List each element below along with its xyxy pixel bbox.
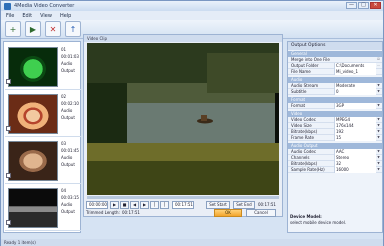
end-time-field[interactable]: 00:17:51 [172,201,194,209]
trimmed-value: 00:17:51 [122,210,140,215]
mark-out-button[interactable]: ] [160,201,169,209]
play-button[interactable]: ▶ [110,201,119,209]
cancel-button[interactable]: Cancel [246,209,276,217]
close-button[interactable]: ✕ [370,2,381,9]
status-bar: Ready 1 item(s) [1,239,383,246]
seek-bar[interactable] [87,196,279,199]
option-label: Frame Rate [291,135,314,140]
option-row[interactable]: File Name Mi_video_1 [288,69,382,75]
item-checkbox[interactable] [6,126,11,131]
maximize-button[interactable]: □ [358,2,369,9]
minimize-button[interactable]: — [346,2,357,9]
chevron-down-icon[interactable]: ▼ [376,83,381,88]
convert-icon[interactable]: ▶ [25,21,41,37]
chevron-down-icon[interactable]: ▼ [376,161,381,166]
set-end-button[interactable]: Set End [233,201,255,209]
prev-frame-button[interactable]: ◀ [130,201,139,209]
end-time-label: 00:17:51 [258,202,276,207]
file-output: Output [61,115,75,120]
chevron-down-icon[interactable]: ▼ [376,155,381,160]
chevron-down-icon[interactable]: ▼ [376,117,381,122]
item-checkbox[interactable] [6,173,11,178]
browse-icon[interactable]: … [376,63,381,68]
file-name: 01 [61,47,67,52]
item-checkbox[interactable] [6,220,11,225]
chevron-down-icon[interactable]: ▼ [376,103,381,108]
option-label: Sample Rate(Hz) [291,167,325,172]
menu-edit[interactable]: Edit [22,13,32,19]
chevron-down-icon[interactable]: ▼ [376,129,381,134]
menu-view[interactable]: View [40,13,52,19]
thumbnail [8,94,58,134]
file-output: Output [61,162,75,167]
ok-button[interactable]: OK [214,209,242,217]
chevron-down-icon[interactable]: ▼ [376,123,381,128]
file-duration: 00:03:15 [61,195,79,200]
mark-in-button[interactable]: [ [150,201,159,209]
description-box: Device Model: select mobile device model… [290,214,380,226]
option-label: File Name [291,69,311,74]
file-duration: 00:01:03 [61,54,79,59]
app-icon [4,2,11,10]
file-audio: Audio [61,108,73,113]
file-audio: Audio [61,155,73,160]
stop-button[interactable]: ■ [120,201,129,209]
option-label: Format [291,103,306,108]
checkbox-icon[interactable]: ☑ [376,57,381,62]
file-list: 01 00:01:03 Audio Output 02 00:02:10 Audio Out… [3,41,81,233]
window-title: 4Media Video Converter [14,3,75,9]
file-duration: 00:02:10 [61,101,79,106]
option-value[interactable]: 15 [334,135,376,141]
list-item[interactable]: 01 00:01:03 Audio Output [5,44,81,90]
app-window: 4Media Video Converter — □ ✕ File Edit V… [0,0,384,246]
preview-controls: 00:00:00 ▶ ■ ◀ ▶ [ ] 00:17:51 Set Start … [86,200,282,217]
chevron-down-icon[interactable]: ▼ [376,135,381,140]
file-audio: Audio [61,202,73,207]
next-frame-button[interactable]: ▶ [140,201,149,209]
description-text: select mobile device model. [290,220,347,225]
add-file-icon[interactable]: + [5,21,21,37]
menu-bar: File Edit View Help [1,11,383,20]
list-item[interactable]: 02 00:02:10 Audio Output [5,91,81,137]
preview-header: Video Clip [84,35,282,42]
option-row[interactable]: Sample Rate(Hz) 16000 ▼ [288,167,382,173]
file-output: Output [61,68,75,73]
option-value[interactable]: 0 [334,89,376,95]
option-label: Subtitle [291,89,307,94]
output-options-header: Output Options [288,42,382,50]
list-item[interactable]: 03 00:01:45 Audio Output [5,138,81,184]
option-row[interactable]: Subtitle 0 ▼ [288,89,382,95]
video-scene [87,43,279,195]
current-time-field[interactable]: 00:00:00 [86,201,108,209]
list-item[interactable]: 04 00:03:15 Audio Output [5,185,81,231]
file-name: 04 [61,188,67,193]
output-options-panel: Output Options General Merge into One Fi… [287,41,383,233]
option-row[interactable]: Format 3GP ▼ [288,103,382,109]
remove-icon[interactable]: ✕ [45,21,61,37]
option-row[interactable]: Frame Rate 15 ▼ [288,135,382,141]
chevron-down-icon[interactable]: ▼ [376,149,381,154]
option-value[interactable]: Mi_video_1 [334,69,376,75]
thumbnail [8,188,58,228]
title-bar: 4Media Video Converter — □ ✕ [1,1,383,11]
file-duration: 00:01:45 [61,148,79,153]
file-name: 03 [61,141,67,146]
video-frame [87,43,279,195]
option-value[interactable]: 16000 [334,167,376,173]
chevron-down-icon[interactable]: ▼ [376,89,381,94]
chevron-down-icon[interactable]: ▼ [376,167,381,172]
trimmed-label: Trimmed Length: [86,210,120,215]
menu-file[interactable]: File [6,13,14,19]
option-value[interactable]: 3GP [334,103,376,109]
file-audio: Audio [61,61,73,66]
file-output: Output [61,209,75,214]
file-name: 02 [61,94,67,99]
thumbnail [8,47,58,87]
thumbnail [8,141,58,181]
clip-preview-window: Video Clip 00:00:00 ▶ ■ ◀ ▶ [ ] 00:17:51… [83,34,283,217]
menu-help[interactable]: Help [60,13,71,19]
item-checkbox[interactable] [6,79,11,84]
set-start-button[interactable]: Set Start [206,201,230,209]
up-icon[interactable]: ↑ [65,21,81,37]
